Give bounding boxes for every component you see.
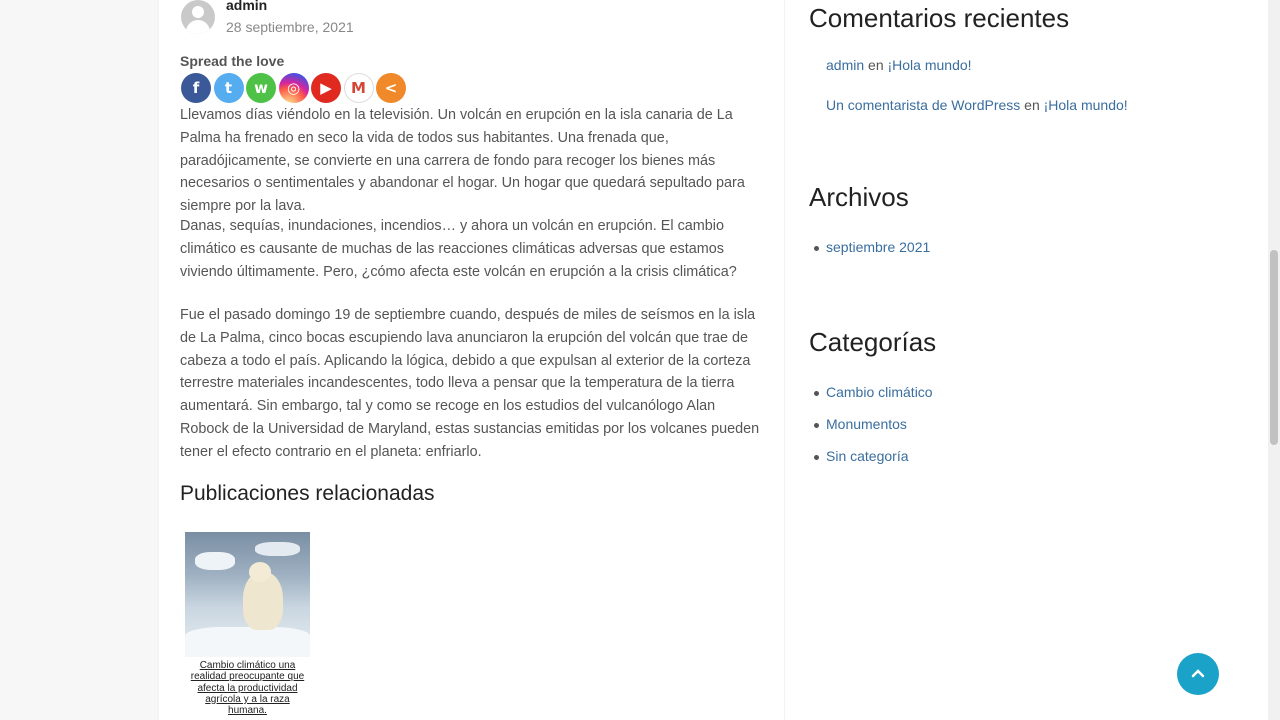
related-posts-title: Publicaciones relacionadas — [180, 482, 435, 505]
post-author[interactable]: admin — [226, 0, 267, 13]
categories-title: Categorías — [809, 327, 937, 357]
comment-post-link[interactable]: ¡Hola mundo! — [888, 57, 972, 73]
post-date: 28 septiembre, 2021 — [226, 19, 354, 35]
post-paragraph: Llevamos días viéndolo en la televisión.… — [180, 107, 745, 215]
related-post-card[interactable]: Cambio climático una realidad preocupant… — [185, 532, 310, 716]
recent-comments-title: Comentarios recientes — [809, 3, 1070, 33]
archive-item[interactable]: septiembre 2021 — [814, 239, 930, 255]
comment-author-link[interactable]: Un comentarista de WordPress — [826, 97, 1020, 113]
related-post-thumbnail[interactable] — [185, 532, 310, 657]
category-item[interactable]: Monumentos — [814, 416, 907, 432]
whatsapp-share-icon[interactable]: w — [246, 73, 276, 103]
more-share-icon[interactable]: < — [376, 73, 406, 103]
related-post-link[interactable]: Cambio climático una realidad preocupant… — [185, 660, 310, 716]
category-item[interactable]: Sin categoría — [814, 448, 909, 464]
post-paragraph: Danas, sequías, inundaciones, incendios…… — [180, 218, 737, 280]
scroll-to-top-button[interactable] — [1177, 653, 1219, 695]
gmail-share-icon[interactable]: M — [343, 73, 374, 103]
comment-post-link[interactable]: ¡Hola mundo! — [1044, 97, 1128, 113]
chevron-up-icon — [1191, 665, 1205, 683]
recent-comment-item: Un comentarista de WordPress en ¡Hola mu… — [826, 97, 1128, 113]
archives-title: Archivos — [809, 182, 909, 212]
page-scrollbar[interactable] — [1268, 0, 1280, 720]
comment-author-link[interactable]: admin — [826, 57, 864, 73]
post-paragraph: Fue el pasado domingo 19 de septiembre c… — [180, 307, 760, 460]
comment-separator: en — [868, 57, 884, 73]
scrollbar-thumb[interactable] — [1270, 250, 1278, 445]
category-item[interactable]: Cambio climático — [814, 384, 933, 400]
instagram-share-icon[interactable]: ◎ — [278, 73, 309, 103]
twitter-share-icon[interactable]: t — [213, 73, 244, 103]
recent-comment-item: admin en ¡Hola mundo! — [826, 57, 972, 73]
spread-the-love-label: Spread the love — [180, 53, 285, 69]
youtube-share-icon[interactable]: ▶ — [311, 73, 341, 103]
share-buttons: f t w ◎ ▶ M < — [181, 73, 406, 103]
author-avatar — [181, 0, 215, 34]
comment-separator: en — [1024, 97, 1040, 113]
facebook-share-icon[interactable]: f — [181, 73, 211, 103]
